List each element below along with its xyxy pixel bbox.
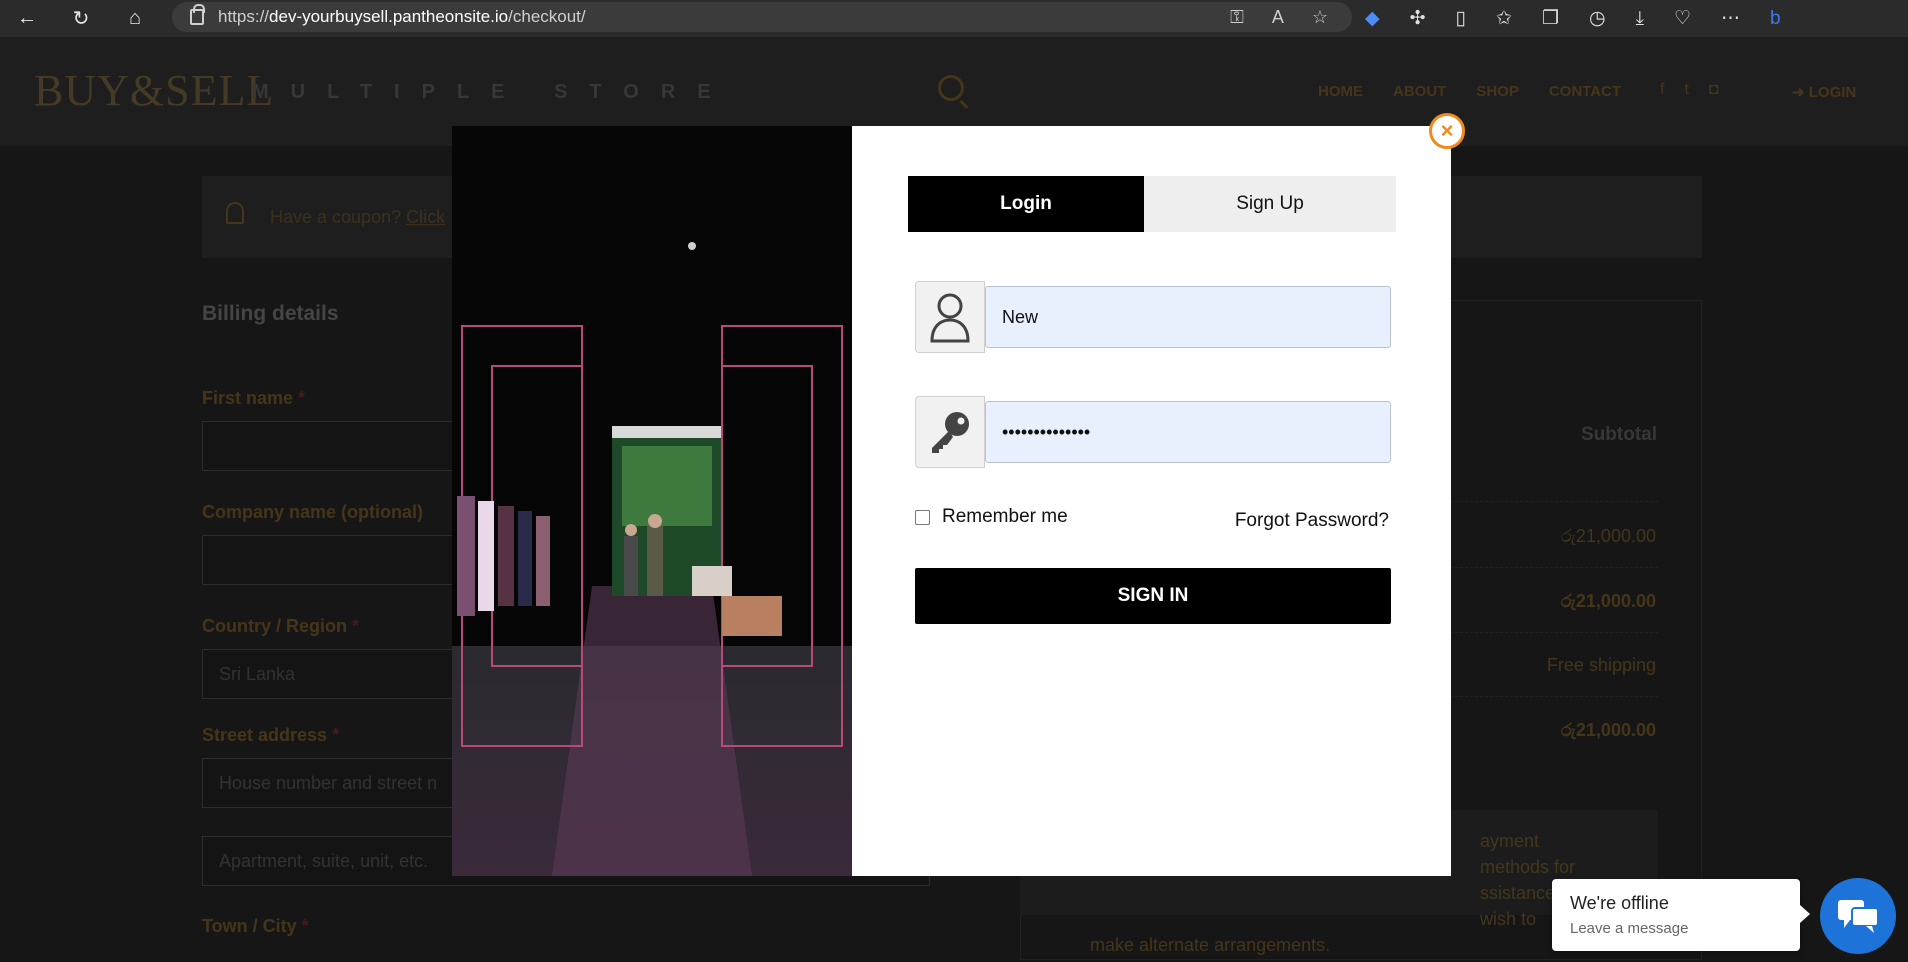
more-icon[interactable]: ⋯ xyxy=(1721,7,1740,30)
tab-signup[interactable]: Sign Up xyxy=(1144,176,1396,232)
chat-launcher-button[interactable] xyxy=(1820,878,1896,954)
tab-login[interactable]: Login xyxy=(908,176,1144,232)
home-icon[interactable]: ⌂ xyxy=(108,0,162,37)
collections-icon[interactable]: ❐ xyxy=(1542,7,1559,30)
key-icon xyxy=(915,396,985,468)
back-icon[interactable]: ← xyxy=(0,0,54,37)
downloads-icon[interactable]: ⤓ xyxy=(1636,8,1644,30)
password-group: •••••••••••••• xyxy=(915,396,1391,468)
chat-title: We're offline xyxy=(1570,893,1669,913)
refresh-icon[interactable]: ↻ xyxy=(54,0,108,37)
address-bar[interactable]: https:// dev-yourbuysell.pantheonsite.io… xyxy=(172,2,1352,32)
puzzle-icon[interactable]: ✣ xyxy=(1410,7,1426,30)
url-path: /checkout/ xyxy=(508,7,586,26)
username-group: New xyxy=(915,281,1391,353)
store-photo xyxy=(452,126,852,876)
bing-icon[interactable]: b xyxy=(1770,8,1781,30)
login-modal xyxy=(452,126,1451,876)
extension-icon[interactable]: ◆ xyxy=(1365,7,1380,30)
key-icon[interactable]: ⚿ xyxy=(1230,7,1244,28)
sign-in-button[interactable]: SIGN IN xyxy=(915,568,1391,624)
close-icon[interactable]: × xyxy=(1429,113,1465,149)
favorite-star-icon[interactable]: ☆ xyxy=(1312,7,1328,28)
read-aloud-icon[interactable]: A xyxy=(1272,7,1284,28)
lock-icon xyxy=(190,4,205,25)
user-icon xyxy=(915,281,985,353)
url-prefix: https:// xyxy=(218,7,270,26)
remember-label: Remember me xyxy=(942,506,1068,527)
url-host: dev-yourbuysell.pantheonsite.io xyxy=(269,7,509,26)
remember-me: Remember me xyxy=(915,506,1068,528)
username-input[interactable]: New xyxy=(985,286,1391,348)
auth-tabs: Login Sign Up xyxy=(908,176,1396,232)
chat-icon xyxy=(1838,900,1879,933)
browser-toolbar: ← ↻ ⌂ https:// dev-yourbuysell.pantheons… xyxy=(0,0,1908,37)
favorites-icon[interactable]: ✩ xyxy=(1496,7,1512,30)
split-screen-icon[interactable]: ▯ xyxy=(1456,7,1466,30)
chat-status-bubble[interactable]: We're offline Leave a message xyxy=(1552,879,1810,951)
forgot-password-link[interactable]: Forgot Password? xyxy=(1235,510,1389,532)
health-icon[interactable]: ♡ xyxy=(1674,7,1691,30)
remember-checkbox[interactable] xyxy=(915,509,930,525)
history-icon[interactable]: ◷ xyxy=(1589,7,1606,30)
password-input[interactable]: •••••••••••••• xyxy=(985,401,1391,463)
chat-subtitle: Leave a message xyxy=(1570,920,1689,937)
